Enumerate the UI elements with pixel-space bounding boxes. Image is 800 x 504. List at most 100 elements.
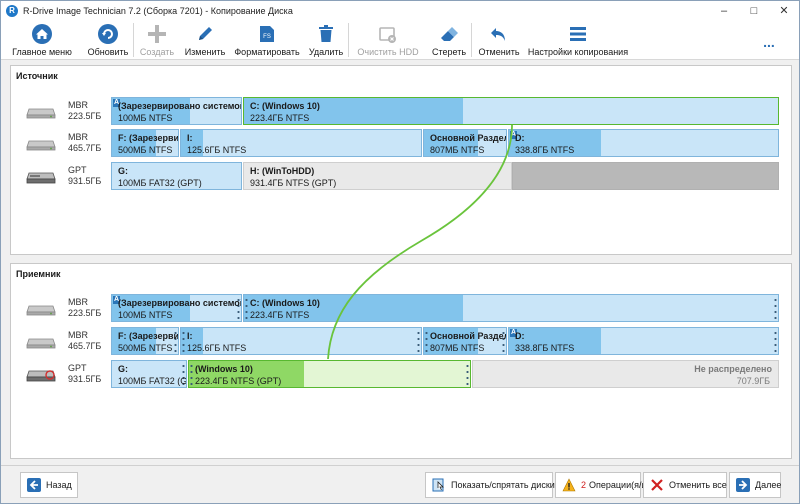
delete-label: Удалить xyxy=(308,47,344,57)
main-menu-label: Главное меню xyxy=(12,47,72,57)
refresh-button[interactable]: Обновить xyxy=(83,20,133,60)
partition-name: Не распределено xyxy=(694,364,772,374)
partition-g[interactable]: G: 100МБ FAT32 (GPT) xyxy=(111,360,187,388)
partition-info: 931.4ГБ NTFS (GPT) xyxy=(250,178,337,188)
partition-name: (Зарезервировано системой) xyxy=(118,101,242,111)
partition-primary[interactable]: Основной Раздел 807МБ NTFS xyxy=(423,129,507,157)
format-button[interactable]: FS Форматировать xyxy=(230,20,304,60)
partition-d[interactable]: A D: 338.8ГБ NTFS xyxy=(508,129,779,157)
partition-h-wintohdd[interactable]: H: (WinToHDD) 931.4ГБ NTFS (GPT) xyxy=(243,162,512,190)
window-title: R-Drive Image Technician 7.2 (Сборка 720… xyxy=(23,5,293,16)
clear-hdd-label: Очистить HDD xyxy=(357,47,419,57)
copy-settings-button[interactable]: Настройки копирования xyxy=(526,20,630,60)
resize-handle-right[interactable] xyxy=(774,297,777,321)
minimize-button[interactable]: – xyxy=(709,1,739,20)
partition-system-reserved[interactable]: A (Зарезервировано системой) 100МБ NTFS xyxy=(111,294,242,322)
resize-handle-left[interactable] xyxy=(245,297,248,321)
partition-g[interactable]: G: 100МБ FAT32 (GPT) xyxy=(111,162,242,190)
partition-name: I: xyxy=(187,133,193,143)
edit-button[interactable]: Изменить xyxy=(180,20,230,60)
partition-info: 125.6ГБ NTFS xyxy=(187,343,247,353)
source-disk-2[interactable]: MBR 465.7ГБ F: (Зарезервировано) 500МБ N… xyxy=(11,129,791,157)
resize-handle-left[interactable] xyxy=(182,330,185,354)
operations-button[interactable]: 2 Операции(я/и) xyxy=(555,472,650,498)
wipe-button[interactable]: Стереть xyxy=(427,20,471,60)
partition-name: D: xyxy=(515,133,525,143)
undo-button[interactable]: Отменить xyxy=(472,20,526,60)
partition-info: 100МБ NTFS xyxy=(118,113,173,123)
partition-i[interactable]: I: 125.6ГБ NTFS xyxy=(180,129,422,157)
partition-info: 500МБ NTFS xyxy=(118,145,173,155)
partition-name: C: (Windows 10) xyxy=(250,298,320,308)
partition-i[interactable]: I: 125.6ГБ NTFS xyxy=(180,327,422,355)
resize-handle-left[interactable] xyxy=(190,363,193,387)
disk-type-label: GPT xyxy=(68,165,87,175)
source-disk-3[interactable]: GPT 931.5ГБ G: 100МБ FAT32 (GPT) H: (Win… xyxy=(11,162,791,190)
partition-name: Основной Раздел xyxy=(430,133,507,143)
main-menu-button[interactable]: Главное меню xyxy=(1,20,83,60)
trash-icon xyxy=(315,23,337,45)
clear-hdd-button[interactable]: Очистить HDD xyxy=(349,20,427,60)
menu-lines-icon xyxy=(567,23,589,45)
warning-icon xyxy=(562,478,576,492)
partition-h-used-space[interactable] xyxy=(512,162,779,190)
app-window: R R-Drive Image Technician 7.2 (Сборка 7… xyxy=(0,0,800,504)
partition-name: F: (Зарезервировано) xyxy=(118,133,179,143)
partition-info: 807МБ NTFS xyxy=(430,343,485,353)
close-button[interactable]: ✕ xyxy=(769,1,799,20)
create-label: Создать xyxy=(139,47,175,57)
arrow-right-icon xyxy=(736,478,750,492)
partition-primary[interactable]: Основной Раздел 807МБ NTFS xyxy=(423,327,507,355)
hdd-icon xyxy=(26,333,56,349)
back-button[interactable]: Назад xyxy=(20,472,78,498)
disk-size-label: 465.7ГБ xyxy=(68,143,102,153)
partition-name: C: (Windows 10) xyxy=(250,101,320,111)
usb-drive-target-icon xyxy=(26,366,56,382)
maximize-button[interactable]: □ xyxy=(739,1,769,20)
source-disk-1[interactable]: MBR 223.5ГБ A (Зарезервировано системой)… xyxy=(11,97,791,125)
target-disk-2[interactable]: MBR 465.7ГБ F: (Зарезервировано) 500МБ N… xyxy=(11,327,791,355)
partition-info: 707.9ГБ xyxy=(736,376,770,386)
eraser-icon xyxy=(438,23,460,45)
partition-unallocated[interactable]: Не распределено 707.9ГБ xyxy=(472,360,779,388)
refresh-label: Обновить xyxy=(87,47,129,57)
operations-label: Операции(я/и) xyxy=(589,480,650,490)
toggle-disks-button[interactable]: Показать/спрятать диски xyxy=(425,472,555,498)
delete-button[interactable]: Удалить xyxy=(304,20,348,60)
resize-handle-right[interactable] xyxy=(466,363,469,387)
partition-name: G: xyxy=(118,364,128,374)
source-panel: Источник MBR 223.5ГБ A (Зарезервировано … xyxy=(10,65,792,255)
partition-c-windows[interactable]: C: (Windows 10) 223.4ГБ NTFS xyxy=(243,294,779,322)
partition-new-windows[interactable]: (Windows 10) 223.4ГБ NTFS (GPT) xyxy=(188,360,471,388)
arrow-left-icon xyxy=(27,478,41,492)
resize-handle-right[interactable] xyxy=(774,330,777,354)
cancel-all-label: Отменить все xyxy=(669,480,727,490)
toolbar: Главное меню Обновить Создать Изменить F… xyxy=(1,20,799,60)
undo-label: Отменить xyxy=(478,47,520,57)
resize-handle-right[interactable] xyxy=(417,330,420,354)
target-panel: Приемник MBR 223.5ГБ A (Зарезервировано … xyxy=(10,263,792,459)
partition-f-reserved[interactable]: F: (Зарезервировано) 500МБ NTFS xyxy=(111,327,179,355)
disk-type-label: MBR xyxy=(68,330,88,340)
partition-c-windows[interactable]: C: (Windows 10) 223.4ГБ NTFS xyxy=(243,97,779,125)
hdd-icon xyxy=(26,300,56,316)
next-button[interactable]: Далее xyxy=(729,472,781,498)
disk-type-label: MBR xyxy=(68,100,88,110)
partition-system-reserved[interactable]: A (Зарезервировано системой) 100МБ NTFS xyxy=(111,97,242,125)
more-label: ... xyxy=(763,33,775,50)
target-disk-3[interactable]: GPT 931.5ГБ G: 100МБ FAT32 (GPT) (Window… xyxy=(11,360,791,388)
disk-type-label: MBR xyxy=(68,297,88,307)
partition-f-reserved[interactable]: F: (Зарезервировано) 500МБ NTFS xyxy=(111,129,179,157)
cancel-all-button[interactable]: Отменить все xyxy=(643,472,727,498)
more-button[interactable]: ... xyxy=(739,20,799,60)
disk-type-label: MBR xyxy=(68,132,88,142)
partition-name: (Зарезервировано системой) xyxy=(118,298,242,308)
partition-info: 100МБ NTFS xyxy=(118,310,173,320)
partition-info: 223.4ГБ NTFS (GPT) xyxy=(195,376,282,386)
target-disk-1[interactable]: MBR 223.5ГБ A (Зарезервировано системой)… xyxy=(11,294,791,322)
partition-info: 500МБ NTFS xyxy=(118,343,173,353)
partition-d[interactable]: A D: 338.8ГБ NTFS xyxy=(508,327,779,355)
create-button[interactable]: Создать xyxy=(134,20,180,60)
back-label: Назад xyxy=(46,480,72,490)
resize-handle-left[interactable] xyxy=(425,330,428,354)
